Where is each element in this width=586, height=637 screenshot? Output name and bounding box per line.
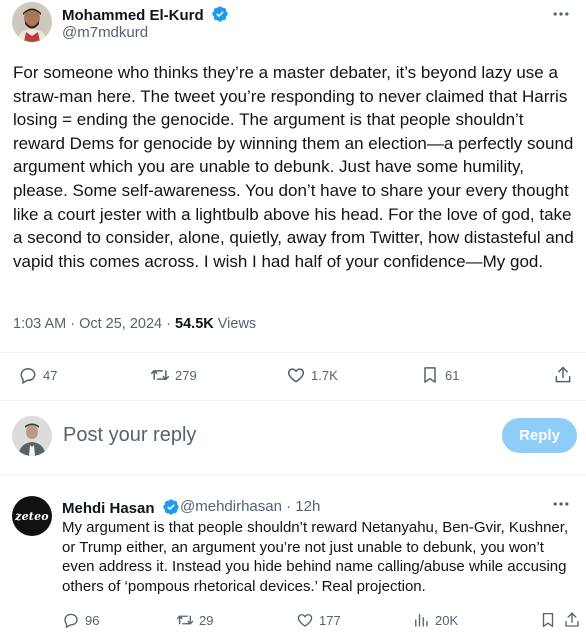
reply-author-name[interactable]: Mehdi Hasan [62, 498, 180, 517]
analytics-icon [415, 614, 428, 627]
author-handle[interactable]: @m7mdkurd [62, 24, 148, 41]
repost-action[interactable]: 279 [150, 365, 197, 385]
bookmark-action[interactable]: 61 [420, 365, 459, 385]
current-user-avatar[interactable] [12, 416, 52, 456]
author-name[interactable]: Mohammed El-Kurd [62, 5, 229, 24]
more-options-icon[interactable] [546, 4, 576, 26]
bookmark-icon [424, 367, 436, 383]
reply-repost-action[interactable]: 29 [176, 611, 213, 629]
reply-share-action[interactable] [563, 611, 586, 629]
like-count: 1.7K [311, 367, 338, 383]
verified-badge-icon [163, 499, 179, 515]
reply-icon [20, 367, 36, 385]
avatar-logo-text: zeteo [15, 509, 49, 523]
reply-button[interactable]: Reply [502, 418, 577, 453]
reply-input[interactable]: Post your reply [63, 424, 196, 447]
reply-views-count: 20K [435, 612, 459, 628]
views-count: 54.5K [175, 316, 214, 332]
reply-like-count: 177 [319, 612, 341, 628]
divider [0, 352, 586, 353]
share-icon [555, 366, 571, 383]
verified-badge-icon [212, 6, 228, 22]
reply-more-options-icon[interactable] [546, 494, 576, 516]
bookmark-count: 61 [445, 367, 460, 383]
repost-icon [176, 615, 194, 625]
heart-icon [297, 614, 313, 627]
share-action[interactable] [553, 365, 578, 385]
reply-author-handle[interactable]: @mehdirhasan · 12h [180, 498, 320, 515]
reply-icon [64, 613, 78, 629]
reply-views-action[interactable]: 20K [412, 611, 458, 629]
author-avatar[interactable] [12, 2, 52, 42]
repost-count: 279 [175, 367, 197, 383]
tweet-timestamp[interactable]: 1:03 AM · Oct 25, 2024 [13, 316, 162, 332]
reply-author-name-text[interactable]: Mehdi Hasan [62, 500, 155, 517]
divider [0, 400, 586, 401]
heart-icon [287, 368, 305, 383]
reply-reply-action[interactable]: 96 [62, 611, 99, 629]
reply-action[interactable]: 47 [18, 365, 57, 385]
author-name-text[interactable]: Mohammed El-Kurd [62, 7, 204, 24]
tweet-text: For someone who thinks they’re a master … [13, 63, 579, 271]
reply-reply-count: 96 [85, 612, 100, 628]
reply-bookmark-action[interactable] [539, 611, 562, 629]
reply-author-avatar[interactable]: zeteo [12, 496, 52, 536]
reply-text: My argument is that people shouldn’t rew… [62, 519, 569, 595]
repost-icon [150, 370, 170, 380]
divider [0, 475, 586, 476]
reply-count: 47 [43, 367, 58, 383]
reply-like-action[interactable]: 177 [296, 611, 341, 629]
reply-repost-count: 29 [199, 612, 214, 628]
meta-separator: · [166, 316, 171, 332]
views-label: Views [217, 316, 257, 332]
bookmark-icon [542, 612, 554, 628]
share-icon [565, 612, 579, 627]
tweet-meta: 1:03 AM · Oct 25, 2024 · 54.5K Views [13, 316, 256, 332]
like-action[interactable]: 1.7K [286, 365, 338, 385]
